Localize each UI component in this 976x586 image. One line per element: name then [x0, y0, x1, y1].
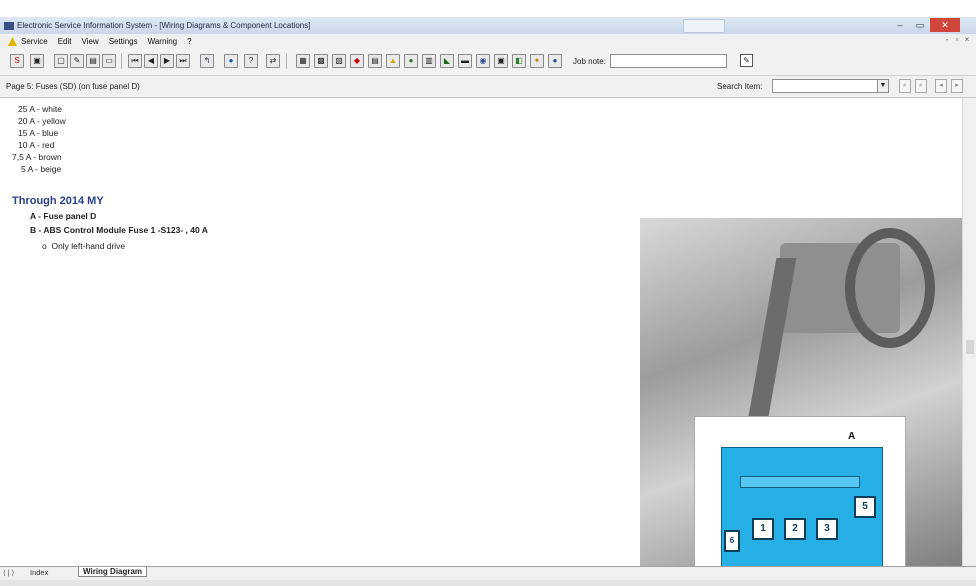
fuse-color-item: 20 A - yellow	[18, 116, 66, 126]
tool-icon-4[interactable]: ◆	[350, 54, 364, 68]
tool-icon-13[interactable]: ✦	[530, 54, 544, 68]
fuse-number: 3	[816, 518, 838, 540]
next-page-icon[interactable]: ▶	[160, 54, 174, 68]
job-note-label: Job note:	[573, 57, 606, 66]
window-title: Electronic Service Information System - …	[17, 21, 311, 30]
fuse-number: 5	[854, 496, 876, 518]
warning-icon	[8, 37, 17, 46]
fuse-strip	[740, 476, 860, 488]
fuse-color-item: 10 A - red	[18, 140, 55, 150]
close-icon[interactable]: ✕	[930, 18, 960, 32]
app-icon	[4, 21, 14, 30]
help-icon[interactable]: ?	[244, 54, 258, 68]
bottom-tab-bar: ⟨ | ⟩ Index Wiring Diagram	[0, 566, 976, 581]
search-label: Search Item:	[717, 82, 763, 91]
legend-item-b: B - ABS Control Module Fuse 1 -S123- , 4…	[30, 225, 208, 235]
tool-icon-3[interactable]: ▧	[332, 54, 346, 68]
search-next-icon[interactable]: ▸	[951, 79, 963, 93]
mdi-controls: - ▫ ×	[942, 35, 972, 44]
document-icon[interactable]: ▤	[86, 54, 100, 68]
note-text: Only left-hand drive	[51, 241, 126, 251]
job-note-edit-icon[interactable]: ✎	[740, 54, 753, 67]
mdi-minimize-icon[interactable]: -	[942, 35, 952, 44]
last-page-icon[interactable]: ⏭	[176, 54, 190, 68]
status-bar	[0, 580, 976, 586]
search-button-2[interactable]: ⌕	[915, 79, 927, 93]
menu-warning[interactable]: Warning	[148, 37, 178, 46]
component-location-figure: A 1 2 3 5 6	[640, 218, 962, 566]
minimize-icon[interactable]: –	[890, 18, 910, 32]
search-button-1[interactable]: ⌕	[899, 79, 911, 93]
tool-icon-7[interactable]: ▥	[422, 54, 436, 68]
title-bar: Electronic Service Information System - …	[0, 17, 976, 35]
path-bar: Page 5: Fuses (SD) (on fuse panel D) Sea…	[0, 76, 976, 98]
tool-icon-8[interactable]: ◣	[440, 54, 454, 68]
swap-icon[interactable]: ⇄	[266, 54, 280, 68]
menu-bar: Service Edit View Settings Warning ? - ▫…	[0, 34, 976, 50]
fuse-number: 1	[752, 518, 774, 540]
fuse-number: 2	[784, 518, 806, 540]
fuse-color-item: 7,5 A - brown	[12, 152, 62, 162]
tool-icon-1[interactable]: ▦	[296, 54, 310, 68]
new-icon[interactable]: ▢	[54, 54, 68, 68]
vertical-scrollbar[interactable]	[962, 98, 976, 566]
search-dropdown-icon[interactable]: ▼	[877, 79, 889, 93]
tool-icon-11[interactable]: ▣	[494, 54, 508, 68]
document-view: 25 A - white 20 A - yellow 15 A - blue 1…	[0, 98, 962, 566]
first-page-icon[interactable]: ⏮	[128, 54, 142, 68]
title-bar-tab	[683, 19, 725, 33]
maximize-icon[interactable]: ▭	[910, 18, 930, 32]
window-controls: – ▭ ✕	[890, 18, 960, 32]
toolbar: S ▣ ▢ ✎ ▤ ▭ ⏮ ◀ ▶ ⏭ ↰ ● ? ⇄ ▦ ▩ ▧ ◆ ▤ ▲ …	[0, 49, 976, 76]
menu-settings[interactable]: Settings	[109, 37, 138, 46]
separator	[121, 53, 122, 69]
note-bullet: o Only left-hand drive	[42, 241, 126, 251]
tool-icon-6[interactable]: ●	[404, 54, 418, 68]
tool-icon-2[interactable]: ▩	[314, 54, 328, 68]
tab-wiring-diagram[interactable]: Wiring Diagram	[78, 567, 148, 577]
car-icon[interactable]: ▭	[102, 54, 116, 68]
fuse-color-item: 15 A - blue	[18, 128, 59, 138]
fuse-color-item: 25 A - white	[18, 104, 62, 114]
edit-icon[interactable]: ✎	[70, 54, 84, 68]
mdi-close-icon[interactable]: ×	[962, 35, 972, 44]
fuse-number: 6	[724, 530, 740, 552]
tool-icon-5[interactable]: ▤	[368, 54, 382, 68]
tool-icon-12[interactable]: ◧	[512, 54, 526, 68]
legend-item-a: A - Fuse panel D	[30, 211, 97, 221]
prev-page-icon[interactable]: ◀	[144, 54, 158, 68]
logo-icon[interactable]: S	[10, 54, 24, 68]
tab-index[interactable]: Index	[30, 568, 48, 577]
tool-icon-10[interactable]: ◉	[476, 54, 490, 68]
section-heading: Through 2014 MY	[12, 195, 104, 207]
job-note-input[interactable]	[610, 54, 727, 68]
search-input[interactable]	[772, 79, 885, 93]
menu-service[interactable]: Service	[21, 37, 48, 46]
tab-nav-arrows-icon[interactable]: ⟨ | ⟩	[3, 569, 14, 577]
steering-wheel-shape	[845, 228, 935, 348]
fuse-panel-inset: A 1 2 3 5 6	[694, 416, 906, 566]
menu-view[interactable]: View	[81, 37, 98, 46]
scrollbar-thumb[interactable]	[966, 340, 974, 354]
tool-icon-9[interactable]: ▬	[458, 54, 472, 68]
menu-edit[interactable]: Edit	[58, 37, 72, 46]
back-icon[interactable]: ↰	[200, 54, 214, 68]
search-prev-icon[interactable]: ◂	[935, 79, 947, 93]
print-icon[interactable]: ▣	[30, 54, 44, 68]
fuse-panel-d: 1 2 3 5 6	[721, 447, 883, 566]
menu-help[interactable]: ?	[187, 37, 191, 46]
page-title: Page 5: Fuses (SD) (on fuse panel D)	[6, 82, 140, 91]
callout-label-a: A	[848, 431, 856, 442]
top-margin	[0, 0, 976, 17]
separator	[286, 53, 287, 69]
mdi-restore-icon[interactable]: ▫	[952, 35, 962, 44]
tool-icon-14[interactable]: ●	[548, 54, 562, 68]
info-icon[interactable]: ●	[224, 54, 238, 68]
fuse-color-item: 5 A - beige	[21, 164, 62, 174]
warning-tool-icon[interactable]: ▲	[386, 54, 400, 68]
